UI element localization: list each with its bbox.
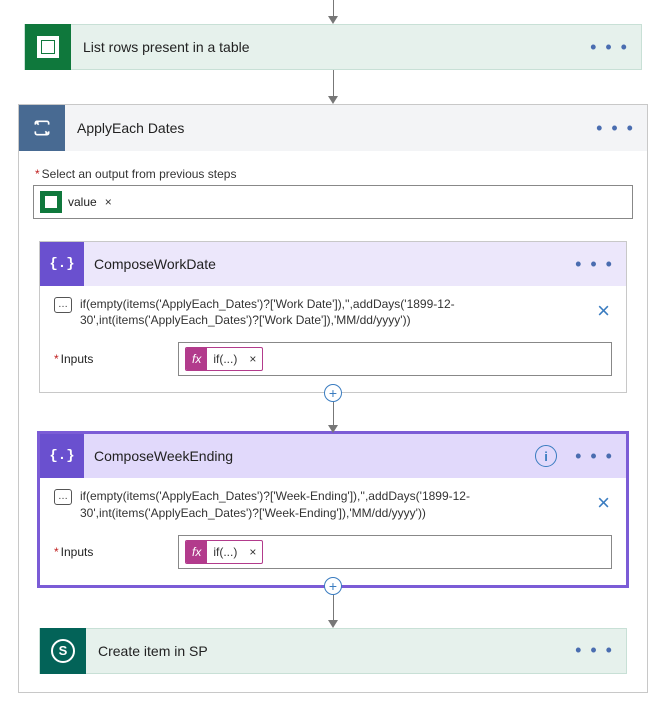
compose-week-ending-header[interactable]: {.} ComposeWeekEnding i • • • [40,434,626,478]
create-item-sp-action[interactable]: S Create item in SP • • • [39,628,627,674]
expression-tooltip: if(empty(items('ApplyEach_Dates')?['Week… [54,488,612,520]
more-menu-button[interactable]: • • • [578,37,641,58]
excel-action-label: List rows present in a table [71,39,578,55]
apply-each-title: ApplyEach Dates [65,120,584,136]
expression-text: if(empty(items('ApplyEach_Dates')?['Week… [80,488,582,520]
close-icon[interactable]: × [597,490,610,516]
loop-icon [19,105,65,151]
apply-each-container: ApplyEach Dates • • • *Select an output … [18,104,648,693]
compose-icon: {.} [40,242,84,286]
value-token[interactable]: value × [40,191,114,213]
excel-icon [40,191,62,213]
compose-icon: {.} [40,434,84,478]
expression-text: if(empty(items('ApplyEach_Dates')?['Work… [80,296,582,328]
value-token-label: value [62,195,103,209]
more-menu-button[interactable]: • • • [563,446,626,467]
apply-each-header[interactable]: ApplyEach Dates • • • [19,105,647,151]
more-menu-button[interactable]: • • • [563,640,626,661]
compose-work-date-title: ComposeWorkDate [84,256,563,272]
expression-tooltip: if(empty(items('ApplyEach_Dates')?['Work… [54,296,612,328]
inputs-label: *Inputs [54,545,164,559]
inputs-field[interactable]: fx if(...) × [178,342,612,376]
sharepoint-icon: S [40,628,86,674]
tooltip-icon [54,297,72,313]
excel-icon [25,24,71,70]
compose-work-date-header[interactable]: {.} ComposeWorkDate • • • [40,242,626,286]
select-output-label: *Select an output from previous steps [35,167,633,181]
inputs-label: *Inputs [54,352,164,366]
remove-token-button[interactable]: × [243,545,262,559]
compose-week-ending-card: {.} ComposeWeekEnding i • • • × if(empty… [39,433,627,585]
fx-expression-token[interactable]: fx if(...) × [185,347,263,371]
fx-icon: fx [186,541,207,563]
more-menu-button[interactable]: • • • [563,254,626,275]
inputs-field[interactable]: fx if(...) × [178,535,612,569]
fx-token-label: if(...) [207,352,243,366]
remove-token-button[interactable]: × [103,195,114,209]
tooltip-icon [54,489,72,505]
fx-token-label: if(...) [207,545,243,559]
info-icon[interactable]: i [535,445,557,467]
more-menu-button[interactable]: • • • [584,118,647,139]
add-step-button[interactable]: + [324,577,342,595]
close-icon[interactable]: × [597,298,610,324]
excel-list-rows-action[interactable]: List rows present in a table • • • [24,24,642,70]
fx-icon: fx [186,348,207,370]
compose-work-date-card: {.} ComposeWorkDate • • • × if(empty(ite… [39,241,627,393]
sp-action-label: Create item in SP [86,643,563,659]
select-output-field[interactable]: value × [33,185,633,219]
add-step-button[interactable]: + [324,384,342,402]
remove-token-button[interactable]: × [243,352,262,366]
compose-week-ending-title: ComposeWeekEnding [84,448,535,464]
fx-expression-token[interactable]: fx if(...) × [185,540,263,564]
